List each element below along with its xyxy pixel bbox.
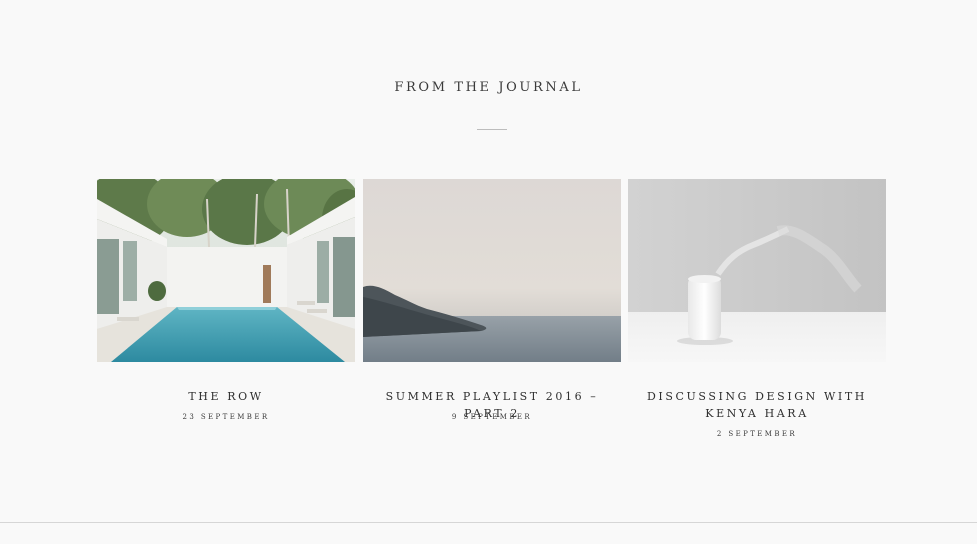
title-divider	[477, 129, 507, 130]
footer-divider	[0, 522, 977, 523]
post-title[interactable]: DISCUSSING DESIGN WITH KENYA HARA	[628, 388, 886, 422]
post-date: 2 SEPTEMBER	[716, 430, 798, 438]
post-title[interactable]: THE ROW	[97, 388, 355, 405]
post-date: 9 SEPTEMBER	[451, 413, 533, 421]
pool-courtyard-photo[interactable]	[97, 179, 355, 362]
hazy-coastline-photo[interactable]	[363, 179, 621, 362]
section-title: FROM THE JOURNAL	[394, 80, 583, 95]
aroma-diffuser-photo[interactable]	[628, 179, 886, 362]
post-date: 23 SEPTEMBER	[182, 413, 270, 421]
